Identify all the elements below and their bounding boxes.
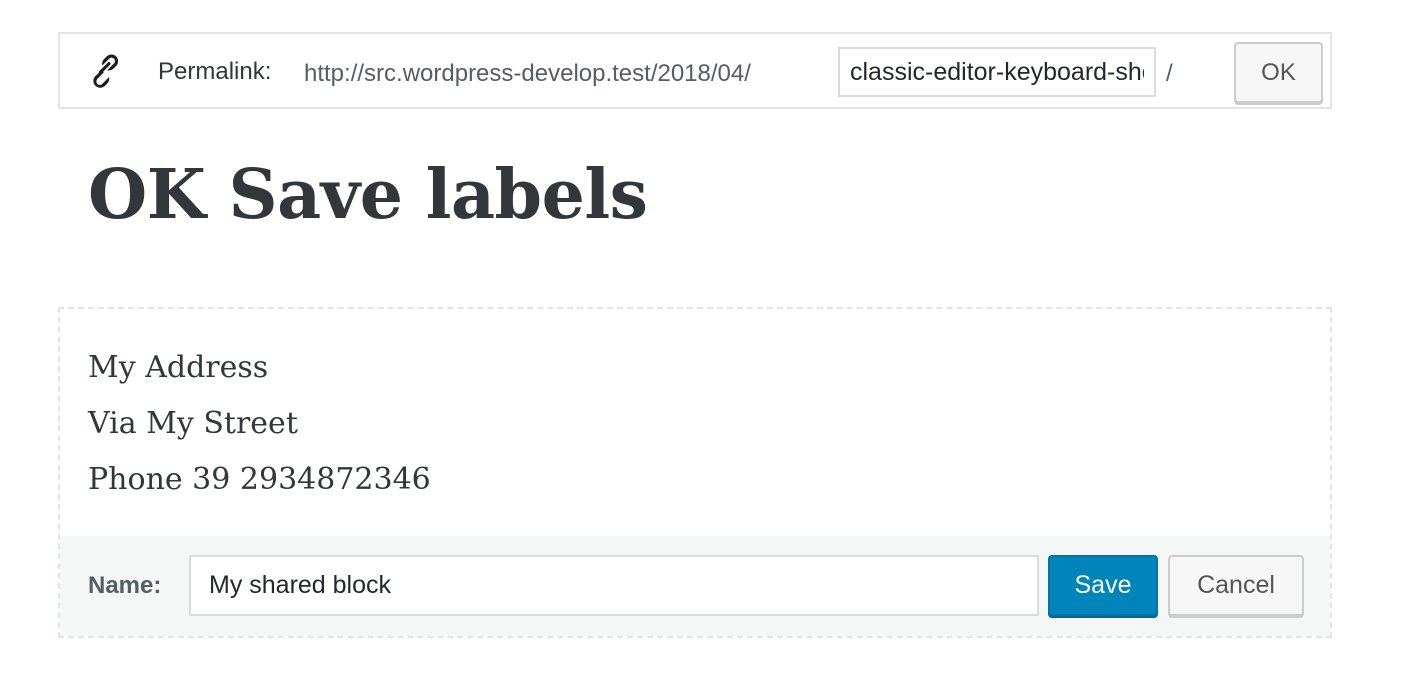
cancel-button[interactable]: Cancel — [1168, 555, 1304, 616]
link-icon — [88, 52, 126, 90]
shared-block-edit-panel: Name: Save Cancel — [60, 536, 1330, 636]
permalink-bar: Permalink: http://src.wordpress-develop.… — [58, 32, 1332, 109]
shared-block[interactable]: My Address Via My Street Phone 39 293487… — [58, 307, 1332, 638]
post-title[interactable]: OK Save labels — [88, 158, 648, 233]
permalink-url-prefix: http://src.wordpress-develop.test/2018/0… — [304, 60, 751, 87]
block-line-phone: Phone 39 2934872346 — [88, 462, 431, 497]
block-content[interactable]: My Address Via My Street Phone 39 293487… — [88, 345, 431, 513]
block-name-input[interactable] — [189, 555, 1039, 616]
block-line-street: Via My Street — [88, 406, 298, 441]
save-button[interactable]: Save — [1048, 555, 1158, 616]
permalink-suffix: / — [1166, 60, 1173, 87]
block-line-address: My Address — [88, 350, 269, 385]
permalink-label: Permalink: — [158, 58, 272, 85]
permalink-slug-input[interactable] — [838, 47, 1156, 97]
permalink-ok-button[interactable]: OK — [1234, 42, 1323, 103]
name-label: Name: — [88, 572, 162, 599]
